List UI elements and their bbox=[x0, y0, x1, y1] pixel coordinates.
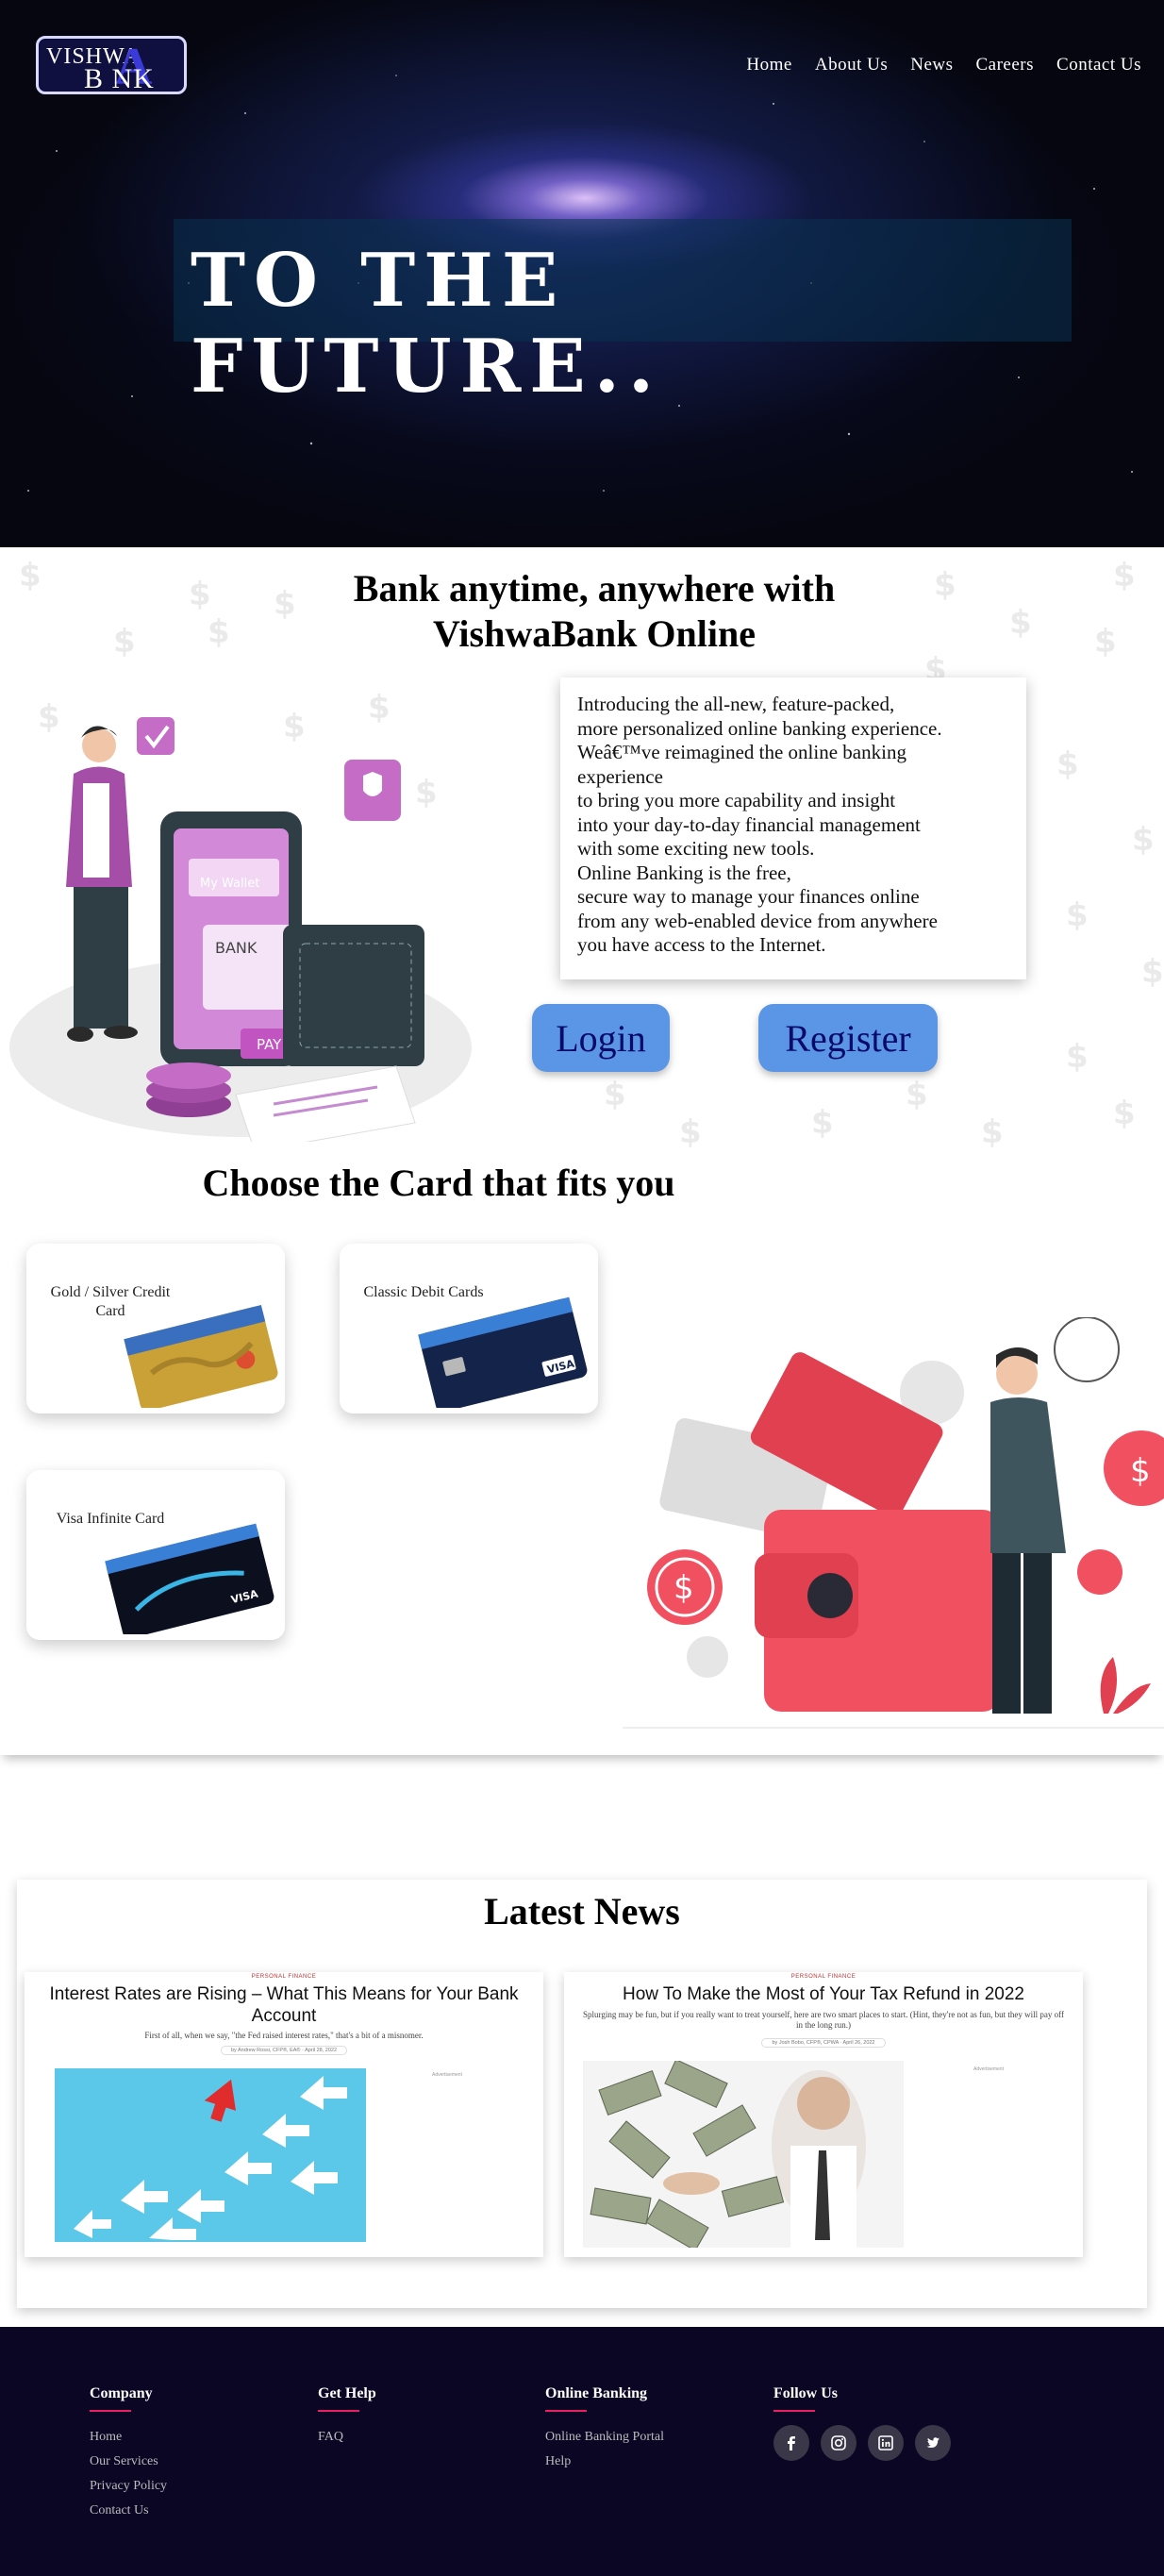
vishwabank-logo[interactable]: VISHWA A B NK bbox=[36, 36, 187, 96]
nav-careers[interactable]: Careers bbox=[976, 55, 1035, 75]
facebook-icon[interactable] bbox=[773, 2425, 809, 2461]
online-banking-title: Bank anytime, anywhere with VishwaBank O… bbox=[353, 567, 836, 655]
nav-about-us[interactable]: About Us bbox=[815, 55, 888, 75]
footer-column-get-help: Get Help FAQ bbox=[318, 2385, 376, 2450]
latest-news-title: Latest News bbox=[484, 1890, 680, 1932]
svg-text:My Wallet: My Wallet bbox=[200, 877, 259, 891]
news-category: PERSONAL FINANCE bbox=[790, 1974, 856, 1980]
footer-link-home[interactable]: Home bbox=[90, 2425, 167, 2450]
main-nav: Home About Us News Careers Contact Us bbox=[746, 55, 1141, 75]
card-visa-infinite[interactable]: Visa Infinite Card VISA bbox=[26, 1470, 285, 1640]
footer-heading: Get Help bbox=[318, 2385, 376, 2401]
card-classic-debit[interactable]: Classic Debit Cards VISA bbox=[340, 1244, 598, 1413]
social-links bbox=[773, 2425, 951, 2461]
footer-link-online-banking-portal[interactable]: Online Banking Portal bbox=[545, 2425, 664, 2450]
card-gold-silver-credit[interactable]: Gold / Silver Credit Card bbox=[26, 1244, 285, 1413]
twitter-icon[interactable] bbox=[915, 2425, 951, 2461]
svg-text:$: $ bbox=[1130, 1452, 1151, 1490]
svg-text:BANK: BANK bbox=[215, 939, 258, 957]
register-button[interactable]: Register bbox=[758, 1004, 938, 1072]
online-banking-intro-card: Introducing the all-new, feature-packed,… bbox=[560, 677, 1026, 979]
nav-news[interactable]: News bbox=[910, 55, 953, 75]
footer-heading-underline bbox=[318, 2410, 359, 2412]
cards-title: Choose the Card that fits you bbox=[202, 1162, 675, 1204]
footer-column-follow-us: Follow Us bbox=[773, 2385, 951, 2461]
debit-card-image: VISA bbox=[418, 1296, 588, 1408]
news-excerpt: First of all, when we say, "the Fed rais… bbox=[144, 2031, 424, 2040]
gold-credit-card-image bbox=[124, 1304, 278, 1408]
linkedin-icon[interactable] bbox=[868, 2425, 904, 2461]
visa-infinite-card-image: VISA bbox=[105, 1523, 274, 1634]
footer: Company Home Our Services Privacy Policy… bbox=[0, 2327, 1164, 2576]
news-image-rising-arrows bbox=[55, 2068, 366, 2242]
instagram-icon[interactable] bbox=[821, 2425, 856, 2461]
hero-section: VISHWA A B NK Home About Us News Careers… bbox=[0, 0, 1164, 547]
cards-section: Choose the Card that fits you Gold / Sil… bbox=[0, 1151, 1164, 1755]
news-meta: by Josh Bobo, CFP®, CPWA · April 26, 202… bbox=[564, 2038, 1083, 2048]
footer-link-faq[interactable]: FAQ bbox=[318, 2425, 376, 2450]
login-button[interactable]: Login bbox=[532, 1004, 670, 1072]
footer-heading-underline bbox=[90, 2410, 131, 2412]
nav-home[interactable]: Home bbox=[746, 55, 791, 75]
footer-heading-underline bbox=[545, 2410, 587, 2412]
footer-link-help[interactable]: Help bbox=[545, 2450, 664, 2474]
news-image-money bbox=[583, 2061, 904, 2248]
news-headline[interactable]: How To Make the Most of Your Tax Refund … bbox=[583, 1983, 1064, 2005]
wallet-illustration: $ $ bbox=[623, 1317, 1164, 1729]
ad-label: Advertisement bbox=[973, 2066, 1004, 2072]
footer-link-privacy-policy[interactable]: Privacy Policy bbox=[90, 2474, 167, 2499]
footer-column-online-banking: Online Banking Online Banking Portal Hel… bbox=[545, 2385, 664, 2474]
svg-text:PAY: PAY bbox=[257, 1036, 282, 1053]
intro-text: Introducing the all-new, feature-packed,… bbox=[577, 693, 942, 956]
online-banking-section: $ $ $ $ $ $ $ $ $ $ $ $ $ $ $ $ $ $ $ $ … bbox=[0, 547, 1164, 1151]
nav-contact-us[interactable]: Contact Us bbox=[1056, 55, 1141, 75]
news-excerpt: Splurging may be fun, but if you really … bbox=[583, 2010, 1064, 2030]
hero-banner: TO THE FUTURE.. bbox=[174, 219, 1072, 410]
footer-link-our-services[interactable]: Our Services bbox=[90, 2450, 167, 2474]
online-banking-illustration: My Wallet BANK PAY bbox=[9, 717, 472, 1142]
footer-column-company: Company Home Our Services Privacy Policy… bbox=[90, 2385, 167, 2523]
svg-text:$: $ bbox=[673, 1569, 694, 1607]
news-meta: by Andrew Rossi, CFP®, EA® · April 28, 2… bbox=[25, 2046, 543, 2055]
news-card[interactable]: PERSONAL FINANCE Interest Rates are Risi… bbox=[25, 1972, 543, 2257]
footer-link-contact-us[interactable]: Contact Us bbox=[90, 2499, 167, 2523]
news-headline[interactable]: Interest Rates are Rising – What This Me… bbox=[43, 1983, 524, 2027]
footer-heading: Online Banking bbox=[545, 2385, 648, 2401]
news-category: PERSONAL FINANCE bbox=[251, 1974, 317, 1980]
ad-label: Advertisement bbox=[432, 2072, 462, 2078]
hero-title: TO THE FUTURE.. bbox=[191, 238, 663, 410]
footer-heading: Follow Us bbox=[773, 2385, 838, 2401]
footer-heading: Company bbox=[90, 2385, 153, 2401]
latest-news-section: Latest News PERSONAL FINANCE Interest Ra… bbox=[17, 1880, 1147, 2308]
news-card[interactable]: PERSONAL FINANCE How To Make the Most of… bbox=[564, 1972, 1083, 2257]
footer-heading-underline bbox=[773, 2410, 815, 2412]
